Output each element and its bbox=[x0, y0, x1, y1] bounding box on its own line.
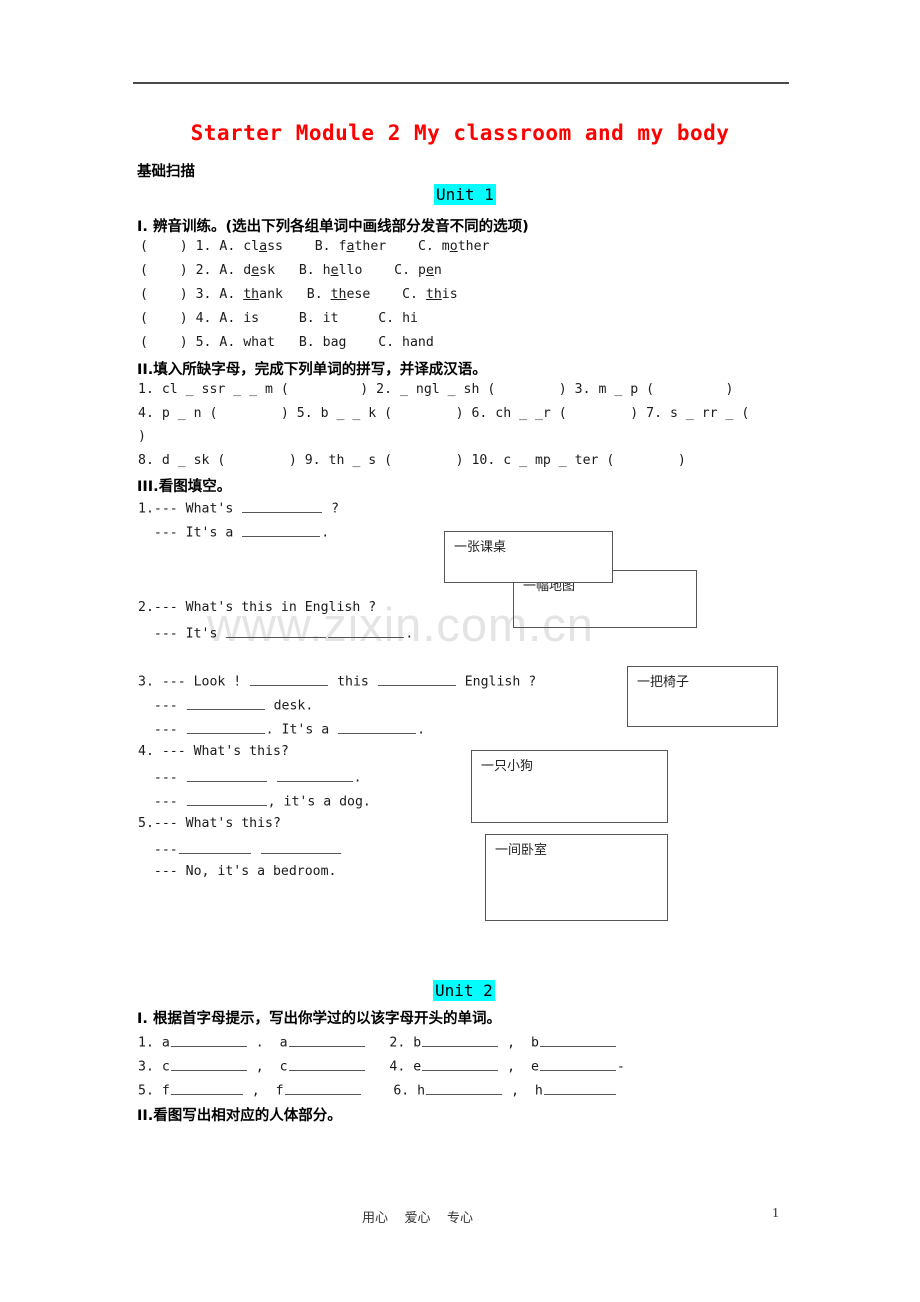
footer-motto: 用心 爱心 专心 bbox=[362, 1211, 474, 1226]
unit1-s3-q4-line2: --- . bbox=[138, 768, 362, 786]
unit1-s1-item-4: ( ) 4. A. is B. it C. hi bbox=[140, 311, 418, 326]
unit1-s3-q5-line3: --- No, it's a bedroom. bbox=[138, 864, 337, 879]
unit1-section1-heading: I. 辨音训练。(选出下列各组单词中画线部分发音不同的选项) bbox=[137, 219, 529, 235]
page-content: Starter Module 2 My classroom and my bod… bbox=[0, 0, 920, 1302]
picture-box-desk: 一张课桌 bbox=[444, 531, 613, 583]
unit1-s3-q3-line3: --- . It's a . bbox=[138, 720, 425, 738]
footer-page-number: 1 bbox=[772, 1206, 779, 1221]
unit1-s2-line-3: ) bbox=[138, 429, 146, 444]
unit1-s2-line-2: 4. p _ n ( ) 5. b _ _ k ( ) 6. ch _ _r (… bbox=[138, 406, 750, 421]
unit2-s1-row-3: 5. f , f 6. h , h bbox=[138, 1081, 617, 1099]
picture-caption-dog: 一只小狗 bbox=[481, 759, 534, 774]
unit1-section2-heading: II.填入所缺字母，完成下列单词的拼写，并译成汉语。 bbox=[137, 362, 487, 378]
document-page: www.zixin.com.cn Starter Module 2 My cla… bbox=[0, 0, 920, 1302]
unit-1-heading: Unit 1 bbox=[434, 184, 496, 205]
unit1-s1-item-5: ( ) 5. A. what B. bag C. hand bbox=[140, 335, 434, 350]
unit1-s2-line-4: 8. d _ sk ( ) 9. th _ s ( ) 10. c _ mp _… bbox=[138, 453, 686, 468]
unit1-s3-q2-line1: 2.--- What's this in English ? bbox=[138, 600, 377, 615]
unit1-s3-q4-line3: --- , it's a dog. bbox=[138, 792, 371, 810]
picture-caption-chair: 一把椅子 bbox=[637, 675, 690, 690]
picture-box-bedroom: 一间卧室 bbox=[485, 834, 668, 921]
unit1-s3-q5-line1: 5.--- What's this? bbox=[138, 816, 281, 831]
unit1-s3-q2-line2: --- It's . bbox=[138, 624, 413, 642]
unit1-s3-q1-line1: 1.--- What's ? bbox=[138, 499, 339, 517]
unit2-s1-row-1: 1. a . a 2. b , b bbox=[138, 1033, 617, 1051]
unit1-s3-q4-line1: 4. --- What's this? bbox=[138, 744, 289, 759]
picture-caption-bedroom: 一间卧室 bbox=[495, 843, 548, 858]
unit2-section1-heading: I. 根据首字母提示，写出你学过的以该字母开头的单词。 bbox=[137, 1011, 501, 1027]
unit1-section3-heading: III.看图填空。 bbox=[137, 479, 232, 495]
unit-2-heading: Unit 2 bbox=[433, 980, 495, 1001]
unit2-section2-heading: II.看图写出相对应的人体部分。 bbox=[137, 1108, 342, 1124]
unit1-s1-item-1: ( ) 1. A. class B. father C. mother bbox=[140, 239, 490, 254]
picture-box-dog: 一只小狗 bbox=[471, 750, 668, 823]
unit1-s3-q5-line2: --- bbox=[138, 840, 342, 858]
unit1-s1-item-2: ( ) 2. A. desk B. hello C. pen bbox=[140, 263, 442, 278]
page-title: Starter Module 2 My classroom and my bod… bbox=[190, 121, 730, 145]
picture-box-chair: 一把椅子 bbox=[627, 666, 778, 727]
unit2-s1-row-2: 3. c , c 4. e , e- bbox=[138, 1057, 625, 1075]
unit1-s1-item-3: ( ) 3. A. thank B. these C. this bbox=[140, 287, 458, 302]
unit1-s3-q1-line2: --- It's a . bbox=[138, 523, 329, 541]
unit1-s2-line-1: 1. cl _ ssr _ _ m ( ) 2. _ ngl _ sh ( ) … bbox=[138, 382, 734, 397]
unit1-s3-q3-line2: --- desk. bbox=[138, 696, 313, 714]
picture-caption-desk: 一张课桌 bbox=[454, 540, 507, 555]
basic-scan-label: 基础扫描 bbox=[137, 164, 195, 180]
unit1-s3-q3-line1: 3. --- Look ! this English ? bbox=[138, 672, 536, 690]
